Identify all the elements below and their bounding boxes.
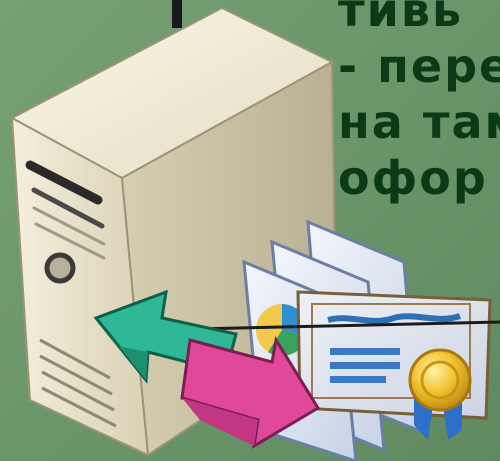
cable [172,0,182,28]
award-seal-icon [408,348,472,440]
clipart-illustration [9,0,500,461]
